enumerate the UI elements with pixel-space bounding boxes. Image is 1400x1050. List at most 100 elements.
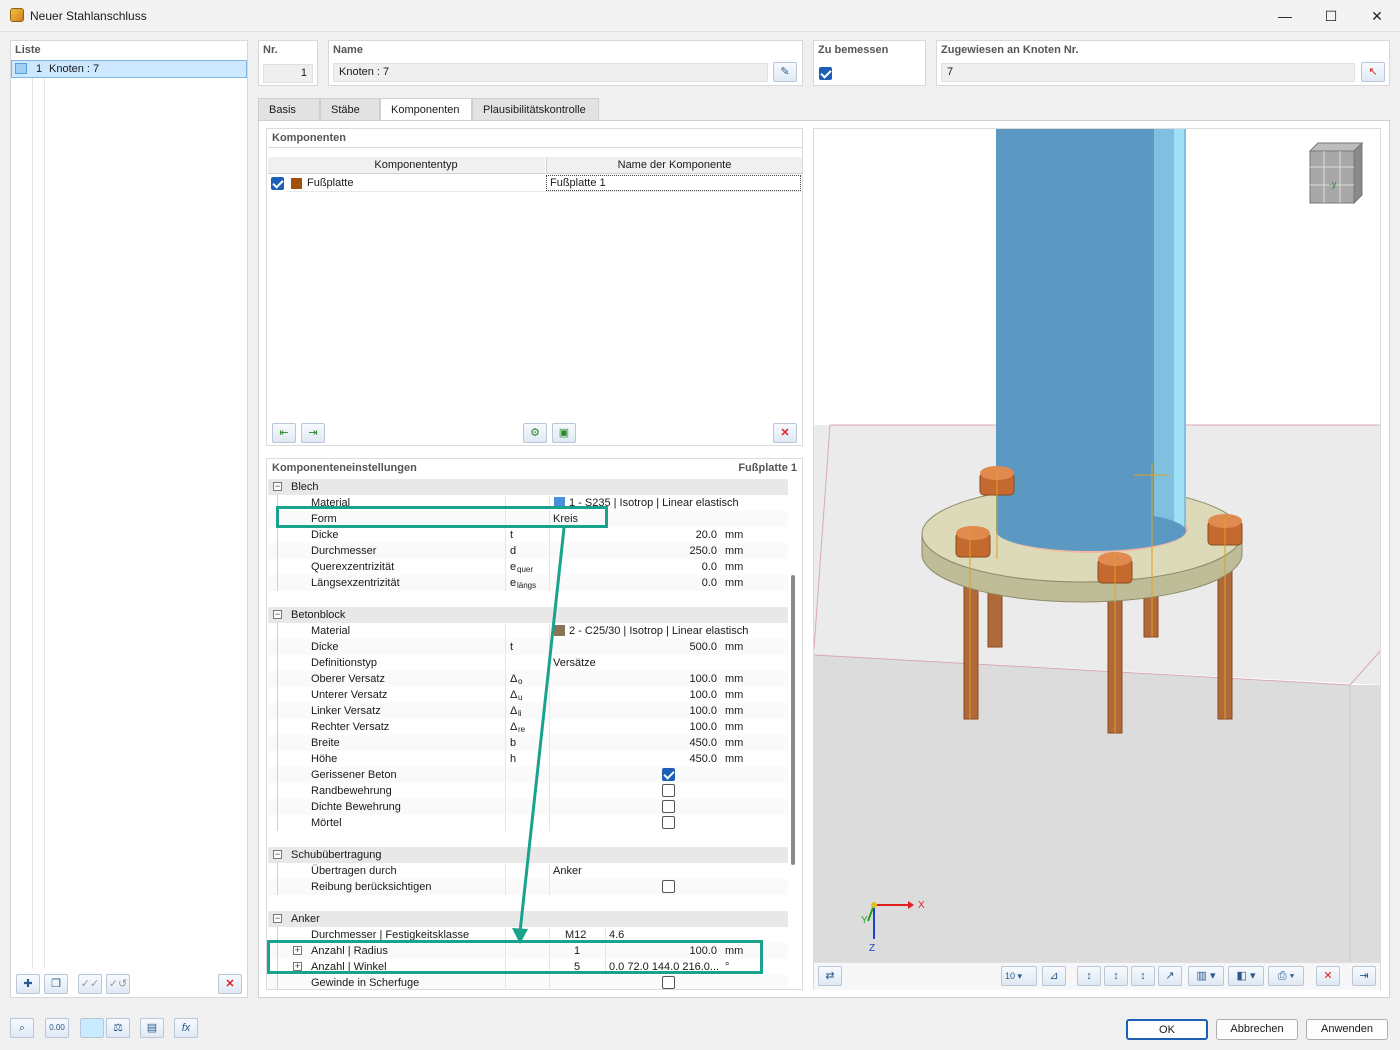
- tab-plausibility[interactable]: Plausibilitätskontrolle: [472, 98, 599, 120]
- section-header[interactable]: − Betonblock: [268, 607, 788, 623]
- property-row[interactable]: Übertragen durch Anker: [268, 863, 788, 879]
- property-value[interactable]: 20.0: [696, 527, 717, 543]
- edit-name-button[interactable]: ✎: [773, 62, 797, 82]
- settings-scrollbar[interactable]: [791, 575, 795, 865]
- property-row[interactable]: Randbewehrung: [268, 783, 788, 799]
- view-icon[interactable]: ▤: [140, 1018, 164, 1038]
- check-all-button[interactable]: ✓✓: [78, 974, 102, 994]
- property-row[interactable]: Rechter Versatz Δre 100.0 mm: [268, 719, 788, 735]
- section-header[interactable]: − Schubübertragung: [268, 847, 788, 863]
- apply-button[interactable]: Anwenden: [1306, 1019, 1388, 1040]
- property-value[interactable]: 250.0: [689, 543, 717, 559]
- cancel-button[interactable]: Abbrechen: [1216, 1019, 1298, 1040]
- delete-item-button[interactable]: ✕: [218, 974, 242, 994]
- property-checkbox[interactable]: [662, 784, 675, 797]
- property-row[interactable]: Durchmesser d 250.0 mm: [268, 543, 788, 559]
- property-checkbox[interactable]: [662, 800, 675, 813]
- material-value[interactable]: 2 - C25/30 | Isotrop | Linear elastisch: [569, 623, 748, 639]
- collapse-icon[interactable]: −: [273, 914, 282, 923]
- import-component-button[interactable]: ⚙: [523, 423, 547, 443]
- property-value[interactable]: 100.0: [689, 687, 717, 703]
- tab-staebe[interactable]: Stäbe: [320, 98, 380, 120]
- property-row[interactable]: Längsexzentrizität e längs 0.0 mm: [268, 575, 788, 591]
- view-z-icon[interactable]: ↕: [1131, 966, 1155, 986]
- property-value[interactable]: 450.0: [689, 735, 717, 751]
- print-icon[interactable]: ⎙ ▾: [1268, 966, 1304, 986]
- property-checkbox[interactable]: [662, 976, 675, 989]
- search-icon[interactable]: ⌕: [10, 1018, 34, 1038]
- minimize-button[interactable]: —: [1262, 0, 1308, 32]
- property-value[interactable]: Versätze: [553, 655, 596, 671]
- property-value[interactable]: 100.0: [689, 719, 717, 735]
- model-icon[interactable]: ⚖: [106, 1018, 130, 1038]
- property-value[interactable]: 0.0: [702, 575, 717, 591]
- property-value[interactable]: Anker: [553, 863, 582, 879]
- property-checkbox[interactable]: [662, 880, 675, 893]
- formula-icon[interactable]: fx: [174, 1018, 198, 1038]
- component-name-field[interactable]: Fußplatte 1: [546, 175, 801, 191]
- component-enable-checkbox[interactable]: [271, 177, 284, 190]
- property-row[interactable]: Reibung berücksichtigen: [268, 879, 788, 895]
- tab-basis[interactable]: Basis: [258, 98, 320, 120]
- property-value[interactable]: 100.0: [689, 703, 717, 719]
- property-row[interactable]: Gewinde in Scherfuge: [268, 975, 788, 989]
- color-icon[interactable]: [80, 1018, 104, 1038]
- ok-button[interactable]: OK: [1126, 1019, 1208, 1040]
- property-row[interactable]: Querexzentrizität e quer 0.0 mm: [268, 559, 788, 575]
- property-checkbox[interactable]: [662, 816, 675, 829]
- list-item[interactable]: 1 Knoten : 7: [11, 60, 247, 78]
- property-row[interactable]: Material 2 - C25/30 | Isotrop | Linear el…: [268, 623, 788, 639]
- collapse-icon[interactable]: −: [273, 850, 282, 859]
- decimal-icon[interactable]: 0.00: [45, 1018, 69, 1038]
- tab-komponenten[interactable]: Komponenten: [380, 98, 472, 121]
- assigned-field[interactable]: 7: [941, 63, 1355, 82]
- property-row[interactable]: Linker Versatz Δli 100.0 mm: [268, 703, 788, 719]
- property-row[interactable]: Dicke t 20.0 mm: [268, 527, 788, 543]
- pick-node-button[interactable]: ↖: [1361, 62, 1385, 82]
- property-value[interactable]: 450.0: [689, 751, 717, 767]
- nav-cube[interactable]: [1308, 141, 1364, 205]
- view-iso-icon[interactable]: ↗: [1158, 966, 1182, 986]
- component-type[interactable]: Fußplatte: [307, 177, 353, 189]
- view-minus-y-icon[interactable]: ↕: [1104, 966, 1128, 986]
- display-mode-dropdown[interactable]: ▥ ▾: [1188, 966, 1224, 986]
- 3d-view[interactable]: -y X Y Z: [813, 128, 1381, 990]
- property-row[interactable]: Gerissener Beton: [268, 767, 788, 783]
- maximize-button[interactable]: ☐: [1308, 0, 1354, 32]
- nr-field[interactable]: 1: [263, 64, 313, 83]
- view-settings-button[interactable]: ⇄: [818, 966, 842, 986]
- reset-view-icon[interactable]: ✕: [1316, 966, 1340, 986]
- library-button[interactable]: ▣: [552, 423, 576, 443]
- delete-component-button[interactable]: ✕: [773, 423, 797, 443]
- render-mode-dropdown[interactable]: ◧ ▾: [1228, 966, 1264, 986]
- property-value[interactable]: 500.0: [689, 639, 717, 655]
- export-view-icon[interactable]: ⇥: [1352, 966, 1376, 986]
- new-item-button[interactable]: ✚: [16, 974, 40, 994]
- to-design-checkbox[interactable]: [819, 67, 832, 80]
- collapse-icon[interactable]: −: [273, 482, 282, 491]
- property-value[interactable]: 100.0: [689, 671, 717, 687]
- property-row[interactable]: Oberer Versatz Δo 100.0 mm: [268, 671, 788, 687]
- property-row[interactable]: Mörtel: [268, 815, 788, 831]
- collapse-icon[interactable]: −: [273, 610, 282, 619]
- move-up-button[interactable]: ⇤: [272, 423, 296, 443]
- uncheck-all-button[interactable]: ✓↺: [106, 974, 130, 994]
- property-row[interactable]: Definitionstyp Versätze: [268, 655, 788, 671]
- section-header[interactable]: − Blech: [268, 479, 788, 495]
- section-header[interactable]: − Anker: [268, 911, 788, 927]
- view-x-icon[interactable]: ↕: [1077, 966, 1101, 986]
- property-row[interactable]: Höhe h 450.0 mm: [268, 751, 788, 767]
- property-row[interactable]: Dichte Bewehrung: [268, 799, 788, 815]
- close-button[interactable]: ✕: [1354, 0, 1400, 32]
- property-value[interactable]: 0.0: [702, 559, 717, 575]
- scale-dropdown[interactable]: 10 ▾: [1001, 966, 1037, 986]
- move-down-button[interactable]: ⇥: [301, 423, 325, 443]
- column-divider: [549, 751, 550, 767]
- name-field[interactable]: Knoten : 7: [333, 63, 768, 82]
- property-row[interactable]: Breite b 450.0 mm: [268, 735, 788, 751]
- property-checkbox[interactable]: [662, 768, 675, 781]
- property-row[interactable]: Dicke t 500.0 mm: [268, 639, 788, 655]
- dimension-icon[interactable]: ⊿: [1042, 966, 1066, 986]
- property-row[interactable]: Unterer Versatz Δu 100.0 mm: [268, 687, 788, 703]
- copy-item-button[interactable]: ❐: [44, 974, 68, 994]
